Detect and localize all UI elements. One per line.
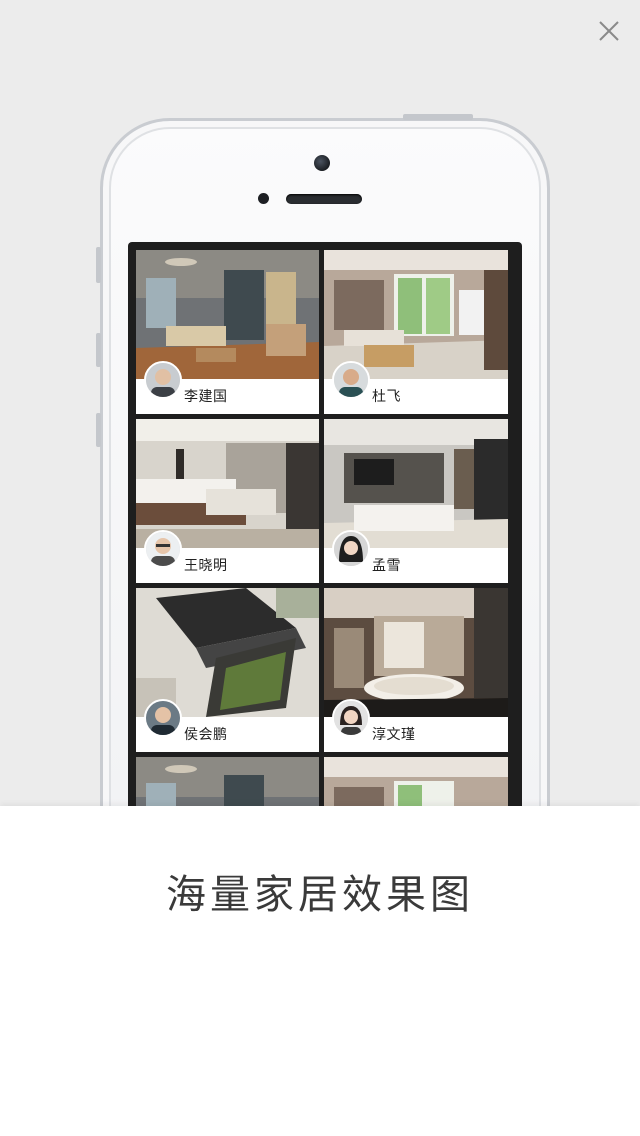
gallery-card[interactable]: 孟雪	[324, 419, 508, 583]
designer-name: 李建国	[184, 389, 228, 405]
designer-name: 孟雪	[372, 558, 401, 574]
room-image	[324, 588, 508, 717]
mute-switch	[96, 247, 101, 283]
gallery-card[interactable]: 侯会鹏	[136, 588, 319, 752]
proximity-sensor	[258, 193, 269, 204]
gallery-card[interactable]: 淳文瑾	[324, 588, 508, 752]
gallery-grid: 李建国 杜飞 王晓明 孟雪 侯会鹏 淳文瑾	[136, 250, 510, 827]
avatar	[332, 530, 370, 568]
close-button[interactable]	[594, 16, 624, 46]
designer-name: 淳文瑾	[372, 727, 416, 743]
avatar	[144, 699, 182, 737]
close-icon	[599, 21, 619, 41]
room-image	[136, 250, 319, 379]
room-image	[136, 588, 319, 717]
avatar	[332, 699, 370, 737]
volume-down-button	[96, 413, 101, 447]
designer-name: 杜飞	[372, 389, 401, 405]
avatar	[332, 361, 370, 399]
gallery-card[interactable]: 李建国	[136, 250, 319, 414]
volume-up-button	[96, 333, 101, 367]
room-image	[136, 419, 319, 548]
room-image	[324, 419, 508, 548]
earpiece-speaker	[286, 194, 362, 204]
phone-screen: 李建国 杜飞 王晓明 孟雪 侯会鹏 淳文瑾	[128, 242, 522, 842]
phone-mockup: 李建国 杜飞 王晓明 孟雪 侯会鹏 淳文瑾	[96, 114, 550, 884]
feature-caption: 海量家居效果图	[166, 872, 474, 918]
gallery-card[interactable]: 王晓明	[136, 419, 319, 583]
caption-panel: 海量家居效果图	[0, 806, 640, 1136]
front-camera	[314, 155, 330, 171]
designer-name: 侯会鹏	[184, 727, 228, 743]
avatar	[144, 361, 182, 399]
gallery-card[interactable]: 杜飞	[324, 250, 508, 414]
designer-name: 王晓明	[184, 558, 228, 574]
power-button	[403, 114, 473, 120]
room-image	[324, 250, 508, 379]
avatar	[144, 530, 182, 568]
